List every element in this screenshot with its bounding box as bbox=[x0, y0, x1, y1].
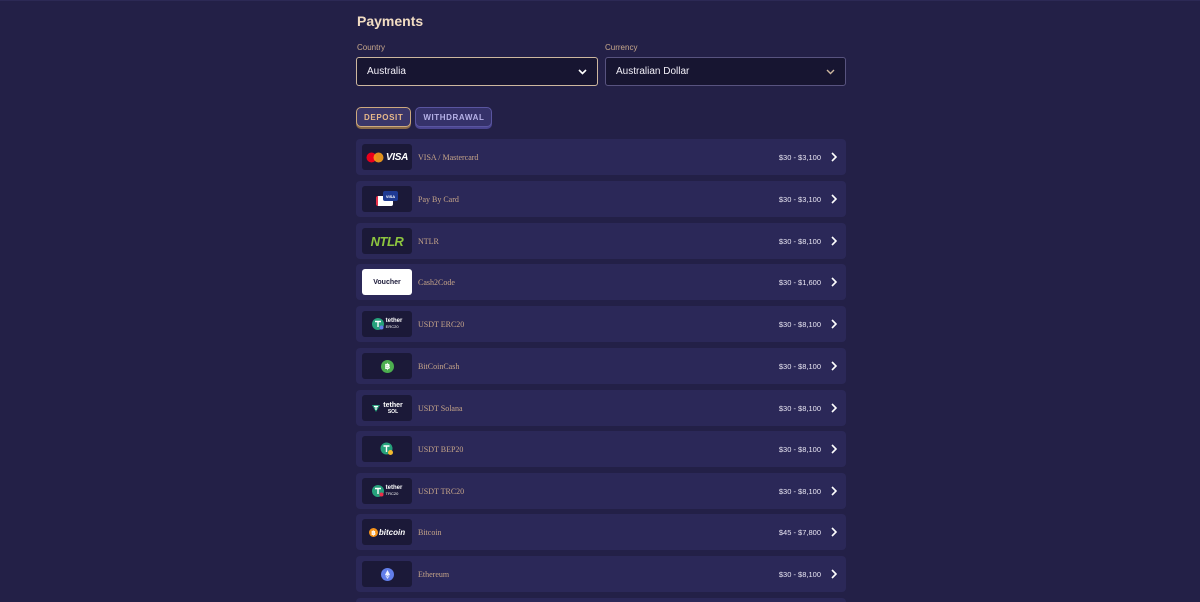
chevron-right-icon bbox=[831, 444, 837, 454]
tether-trc20-icon: tether TRC20 bbox=[362, 478, 412, 504]
method-name: Bitcoin bbox=[418, 527, 442, 537]
chevron-right-icon bbox=[831, 361, 837, 371]
country-value: Australia bbox=[367, 66, 406, 77]
bitcoin-logo: ฿ bitcoin bbox=[362, 519, 412, 545]
payment-method-row[interactable]: tether ERC20 USDT ERC20 $30 - $8,100 bbox=[356, 306, 846, 342]
bitcoincash-icon: ฿ bbox=[362, 353, 412, 379]
payment-method-row[interactable]: ฿ bitcoin Bitcoin $45 - $7,800 bbox=[356, 514, 846, 550]
method-name: Ethereum bbox=[418, 569, 450, 579]
visa-mastercard-icon: VISA bbox=[362, 144, 412, 170]
method-name: Pay By Card bbox=[418, 194, 459, 204]
chevron-right-icon bbox=[831, 236, 837, 246]
method-range: $30 - $8,100 bbox=[778, 444, 821, 454]
method-range: $30 - $8,100 bbox=[778, 361, 821, 371]
method-name: USDT ERC20 bbox=[418, 319, 465, 329]
tether-bep20-icon bbox=[362, 436, 412, 462]
payment-method-row[interactable]: Ethereum $30 - $8,100 bbox=[356, 556, 846, 592]
payment-method-row[interactable]: tether SOL USDT Solana $30 - $8,100 bbox=[356, 390, 846, 426]
card-icon: VISA bbox=[362, 186, 412, 212]
payment-method-row[interactable]: NTLR NTLR $30 - $8,100 bbox=[356, 223, 846, 259]
payment-method-row[interactable]: tether TRC20 USDT TRC20 $30 - $8,100 bbox=[356, 473, 846, 509]
country-label: Country bbox=[357, 43, 386, 52]
top-divider bbox=[0, 0, 1200, 1]
ntlr-logo: NTLR bbox=[362, 228, 412, 254]
tether-sol-icon: tether SOL bbox=[362, 395, 412, 421]
method-range: $30 - $8,100 bbox=[778, 319, 821, 329]
payment-method-row[interactable]: VISA Pay By Card $30 - $3,100 bbox=[356, 181, 846, 217]
method-name: USDT BEP20 bbox=[418, 444, 464, 454]
chevron-right-icon bbox=[831, 194, 837, 204]
method-range: $30 - $8,100 bbox=[778, 403, 821, 413]
method-range: $45 - $7,800 bbox=[778, 527, 821, 537]
chevron-right-icon bbox=[831, 486, 837, 496]
chevron-right-icon bbox=[831, 527, 837, 537]
chevron-down-icon bbox=[578, 67, 587, 76]
currency-select[interactable]: Australian Dollar bbox=[605, 57, 846, 86]
method-range: $30 - $8,100 bbox=[778, 236, 821, 246]
method-range: $30 - $3,100 bbox=[778, 194, 821, 204]
method-name: Cash2Code bbox=[418, 277, 455, 287]
method-name: BitCoinCash bbox=[418, 361, 460, 371]
currency-label: Currency bbox=[605, 43, 638, 52]
tether-erc20-icon: tether ERC20 bbox=[362, 311, 412, 337]
svg-text:฿: ฿ bbox=[371, 529, 376, 537]
tab-withdrawal[interactable]: WITHDRAWAL bbox=[415, 107, 493, 127]
payment-method-row[interactable]: USDT BEP20 $30 - $8,100 bbox=[356, 431, 846, 467]
page-title: Payments bbox=[357, 13, 424, 29]
method-name: USDT TRC20 bbox=[418, 486, 465, 496]
payment-tabs: DEPOSIT WITHDRAWAL bbox=[356, 107, 493, 127]
method-range: $30 - $8,100 bbox=[778, 569, 821, 579]
method-name: NTLR bbox=[418, 236, 439, 246]
ethereum-icon bbox=[362, 561, 412, 587]
method-range: $30 - $8,100 bbox=[778, 486, 821, 496]
payment-method-row[interactable]: Voucher Cash2Code $30 - $1,600 bbox=[356, 264, 846, 300]
method-range: $30 - $1,600 bbox=[778, 277, 821, 287]
method-name: USDT Solana bbox=[418, 403, 463, 413]
payment-method-row[interactable]: ฿ BitCoinCash $30 - $8,100 bbox=[356, 348, 846, 384]
svg-text:฿: ฿ bbox=[384, 362, 390, 371]
chevron-down-icon bbox=[826, 67, 835, 76]
chevron-right-icon bbox=[831, 319, 837, 329]
chevron-right-icon bbox=[831, 152, 837, 162]
chevron-right-icon bbox=[831, 403, 837, 413]
tab-deposit[interactable]: DEPOSIT bbox=[356, 107, 412, 127]
payment-method-row[interactable]: VISA VISA / Mastercard $30 - $3,100 bbox=[356, 139, 846, 175]
method-name: VISA / Mastercard bbox=[418, 152, 479, 162]
chevron-right-icon bbox=[831, 277, 837, 287]
chevron-right-icon bbox=[831, 569, 837, 579]
method-range: $30 - $3,100 bbox=[778, 152, 821, 162]
voucher-logo: Voucher bbox=[362, 269, 412, 295]
currency-value: Australian Dollar bbox=[616, 66, 690, 77]
payment-method-row[interactable] bbox=[356, 598, 846, 602]
country-select[interactable]: Australia bbox=[356, 57, 598, 86]
